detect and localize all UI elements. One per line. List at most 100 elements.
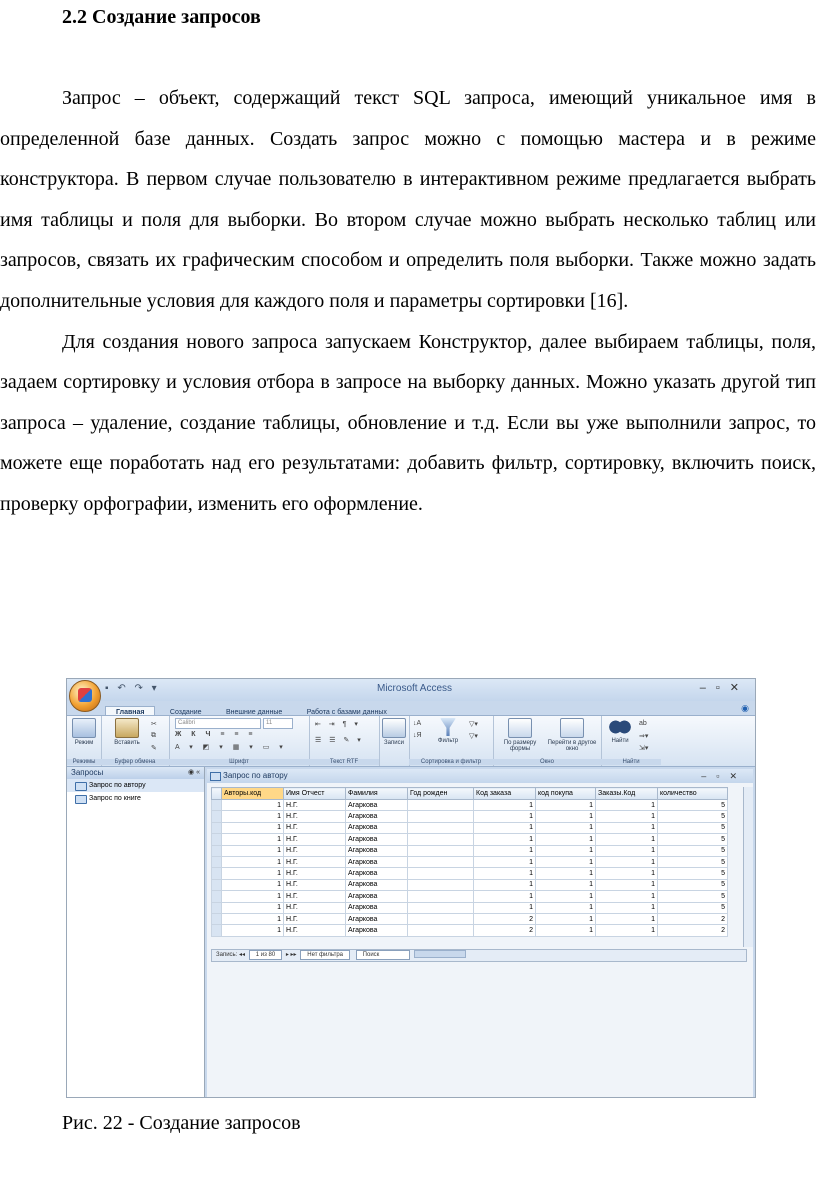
table-cell[interactable]: 1 <box>473 890 536 903</box>
row-selector[interactable] <box>211 810 222 823</box>
nav-pane-controls[interactable]: ◉ « <box>188 767 200 779</box>
replace-icon[interactable]: ab <box>639 720 647 730</box>
table-cell[interactable]: Агаркова <box>345 878 408 892</box>
table-cell[interactable]: Н.Г. <box>283 924 346 937</box>
help-icon[interactable]: ◉ <box>741 703 749 714</box>
table-cell[interactable]: Агаркова <box>345 810 408 823</box>
sort-desc-icon[interactable]: ↓Я <box>413 732 422 742</box>
table-row[interactable]: 1 Н.Г. Агаркова 1 1 1 5 <box>211 844 728 857</box>
sort-asc-icon[interactable]: ↓A <box>413 720 421 730</box>
selection-filter-icon[interactable]: ▽▾ <box>469 720 478 730</box>
table-cell[interactable]: 5 <box>657 821 728 835</box>
table-cell[interactable]: Н.Г. <box>283 878 346 892</box>
table-cell[interactable]: 5 <box>657 890 728 903</box>
next-record-button[interactable]: ▸ ▸▸ <box>286 952 297 958</box>
quick-access-toolbar[interactable]: ▪ ↶ ↷ ▾ <box>105 683 160 694</box>
format-painter-icon[interactable]: ✎ <box>151 744 157 754</box>
goto-icon[interactable]: ⇒▾ <box>639 732 648 742</box>
row-selector[interactable] <box>211 901 222 914</box>
table-cell[interactable] <box>407 924 474 937</box>
paste-button[interactable]: Вставить <box>107 718 147 746</box>
table-cell[interactable]: Н.Г. <box>283 912 346 926</box>
table-cell[interactable]: 1 <box>595 833 658 846</box>
records-button[interactable]: Записи <box>379 718 409 746</box>
table-row[interactable]: 1 Н.Г. Агаркова 2 1 1 2 <box>211 912 728 926</box>
table-cell[interactable]: 1 <box>221 890 284 903</box>
table-cell[interactable]: Н.Г. <box>283 798 346 812</box>
table-cell[interactable]: 1 <box>535 833 596 846</box>
copy-icon[interactable]: ⧉ <box>151 732 156 742</box>
view-button[interactable]: Режим <box>69 718 99 746</box>
filter-button[interactable]: Фильтр <box>433 718 463 744</box>
office-button-icon[interactable] <box>69 680 101 712</box>
table-cell[interactable]: 1 <box>595 810 658 823</box>
font-color-icons[interactable]: A ▾ ◩ ▾ ▦ ▾ ▭ ▾ <box>175 743 287 753</box>
column-header[interactable]: Год рожден <box>407 787 474 800</box>
vertical-scrollbar[interactable] <box>743 787 753 947</box>
table-cell[interactable] <box>407 878 474 892</box>
table-cell[interactable]: 1 <box>221 821 284 835</box>
table-cell[interactable]: Н.Г. <box>283 890 346 903</box>
column-header[interactable]: Авторы.код <box>221 787 284 800</box>
table-cell[interactable]: Н.Г. <box>283 901 346 914</box>
fit-form-button[interactable]: По размеру формы <box>497 718 543 752</box>
table-cell[interactable]: Агаркова <box>345 867 408 880</box>
table-cell[interactable]: 1 <box>535 844 596 857</box>
table-cell[interactable]: 1 <box>595 901 658 914</box>
table-cell[interactable]: 2 <box>657 912 728 926</box>
column-header[interactable]: Фамилия <box>345 787 408 800</box>
nav-pane-header[interactable]: Запросы ◉ « <box>67 767 204 779</box>
table-cell[interactable]: 1 <box>221 924 284 937</box>
table-cell[interactable]: 1 <box>595 798 658 812</box>
table-row[interactable]: 1 Н.Г. Агаркова 2 1 1 2 <box>211 924 728 937</box>
horizontal-scrollbar[interactable] <box>413 950 466 959</box>
document-window-controls[interactable]: –▫✕ <box>701 769 747 783</box>
table-cell[interactable]: 1 <box>473 855 536 869</box>
table-cell[interactable]: 1 <box>535 901 596 914</box>
table-cell[interactable]: 1 <box>473 810 536 823</box>
table-cell[interactable] <box>407 912 474 926</box>
table-cell[interactable]: 5 <box>657 844 728 857</box>
table-cell[interactable] <box>407 844 474 857</box>
column-header[interactable]: код покупа <box>535 787 596 800</box>
table-row[interactable]: 1 Н.Г. Агаркова 1 1 1 5 <box>211 901 728 914</box>
row-selector[interactable] <box>211 867 222 880</box>
table-cell[interactable]: 5 <box>657 878 728 892</box>
window-controls[interactable]: –▫✕ <box>700 681 749 694</box>
row-selector[interactable] <box>211 855 222 869</box>
table-row[interactable]: 1 Н.Г. Агаркова 1 1 1 5 <box>211 833 728 846</box>
select-icon[interactable]: ⇲▾ <box>639 744 648 754</box>
table-cell[interactable]: 1 <box>473 901 536 914</box>
table-cell[interactable]: 1 <box>535 890 596 903</box>
table-cell[interactable]: Агаркова <box>345 855 408 869</box>
table-row[interactable]: 1 Н.Г. Агаркова 1 1 1 5 <box>211 810 728 823</box>
table-row[interactable]: 1 Н.Г. Агаркова 1 1 1 5 <box>211 867 728 880</box>
table-cell[interactable]: 1 <box>535 878 596 892</box>
table-cell[interactable]: 1 <box>595 878 658 892</box>
row-selector[interactable] <box>211 798 222 812</box>
table-cell[interactable]: 1 <box>473 821 536 835</box>
table-cell[interactable]: 5 <box>657 810 728 823</box>
column-header[interactable]: количество <box>657 787 728 800</box>
table-cell[interactable] <box>407 810 474 823</box>
table-cell[interactable]: 1 <box>221 912 284 926</box>
table-cell[interactable]: Н.Г. <box>283 867 346 880</box>
document-tab[interactable]: Запрос по автору –▫✕ <box>207 769 753 783</box>
table-row[interactable]: 1 Н.Г. Агаркова 1 1 1 5 <box>211 798 728 812</box>
table-cell[interactable]: 1 <box>473 833 536 846</box>
table-cell[interactable]: 5 <box>657 833 728 846</box>
table-cell[interactable] <box>407 821 474 835</box>
table-row[interactable]: 1 Н.Г. Агаркова 1 1 1 5 <box>211 821 728 835</box>
table-cell[interactable]: 1 <box>221 878 284 892</box>
table-cell[interactable]: 1 <box>221 867 284 880</box>
table-cell[interactable]: Н.Г. <box>283 844 346 857</box>
indent-icons[interactable]: ⇤ ⇥ ¶ ▾ <box>315 720 361 730</box>
column-header[interactable]: Код заказа <box>473 787 536 800</box>
table-cell[interactable]: 1 <box>595 924 658 937</box>
row-selector[interactable] <box>211 833 222 846</box>
table-cell[interactable]: Н.Г. <box>283 821 346 835</box>
table-cell[interactable] <box>407 867 474 880</box>
table-cell[interactable] <box>407 890 474 903</box>
table-cell[interactable]: 1 <box>535 810 596 823</box>
table-cell[interactable]: Агаркова <box>345 901 408 914</box>
